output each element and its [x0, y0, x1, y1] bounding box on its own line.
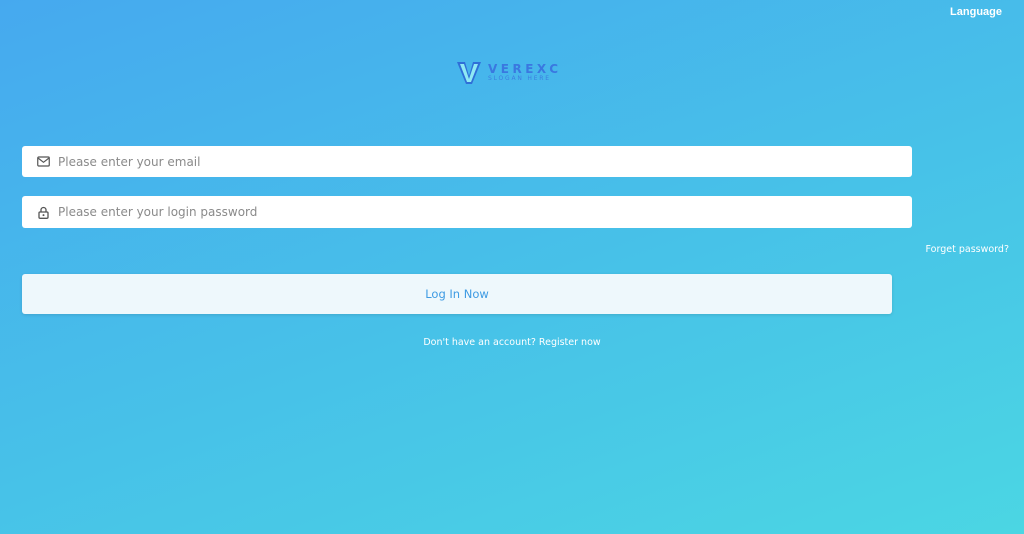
email-input[interactable]: [58, 146, 912, 177]
email-field[interactable]: [22, 146, 912, 177]
mail-icon: [37, 155, 50, 168]
logo-slogan: SLOGAN HERE: [488, 75, 551, 82]
register-prompt-line: Don't have an account? Register now: [0, 337, 1024, 348]
password-input[interactable]: [58, 196, 912, 228]
logo: VEREXC SLOGAN HERE: [456, 60, 562, 86]
register-link[interactable]: Register now: [539, 337, 601, 348]
logo-name: VEREXC: [488, 62, 562, 76]
language-selector[interactable]: Language: [950, 6, 1002, 18]
forget-password-link[interactable]: Forget password?: [926, 244, 1009, 255]
logo-text: VEREXC SLOGAN HERE: [488, 63, 562, 83]
logo-v-icon: [457, 62, 481, 84]
password-field[interactable]: [22, 196, 912, 228]
register-prompt-text: Don't have an account?: [423, 337, 539, 348]
lock-icon: [37, 206, 50, 219]
login-button[interactable]: Log In Now: [22, 274, 892, 314]
